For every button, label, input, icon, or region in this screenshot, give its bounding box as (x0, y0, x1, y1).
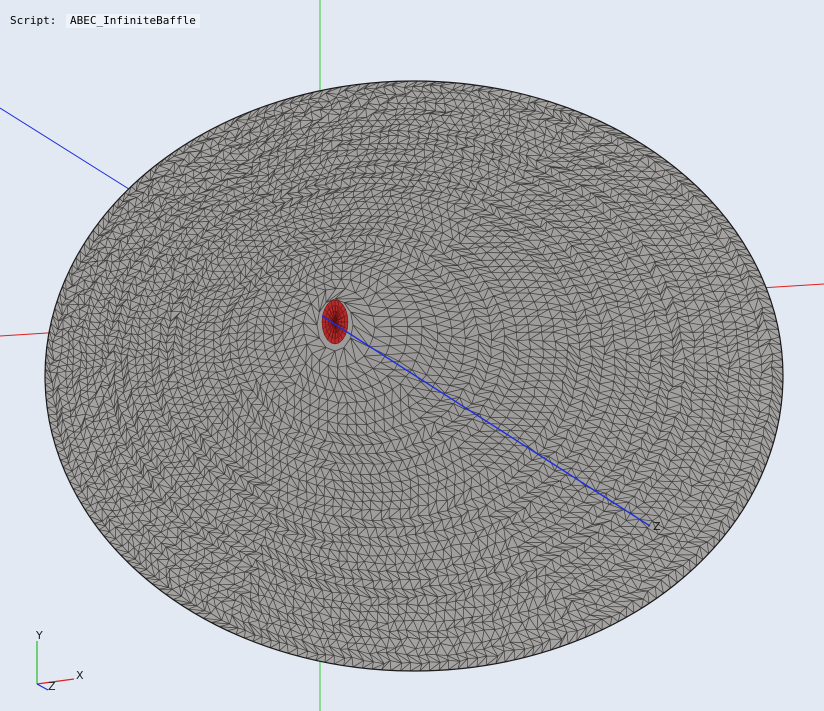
baffle-mesh[interactable] (44, 80, 784, 672)
triad-y-label: Y (35, 629, 43, 642)
script-label: Script: (10, 14, 57, 27)
triad-x-label: X (76, 669, 84, 682)
z-axis-tip-label: Z (653, 520, 661, 533)
script-name: ABEC_InfiniteBaffle (66, 14, 200, 28)
driver-edges (321, 299, 349, 345)
3d-viewport[interactable]: Z Y X Z Script: ABEC_InfiniteBaffle (0, 0, 824, 711)
triad-z-axis (36, 683, 49, 691)
driver-mesh[interactable] (321, 299, 349, 345)
orientation-triad: Y X Z (35, 629, 84, 693)
triad-z-label: Z (48, 680, 56, 693)
scene-canvas[interactable]: Z Y X Z (0, 0, 824, 711)
global-z-axis-line-back (0, 107, 141, 197)
driver-wireframe (321, 299, 349, 345)
script-info: Script: ABEC_InfiniteBaffle (10, 14, 200, 28)
